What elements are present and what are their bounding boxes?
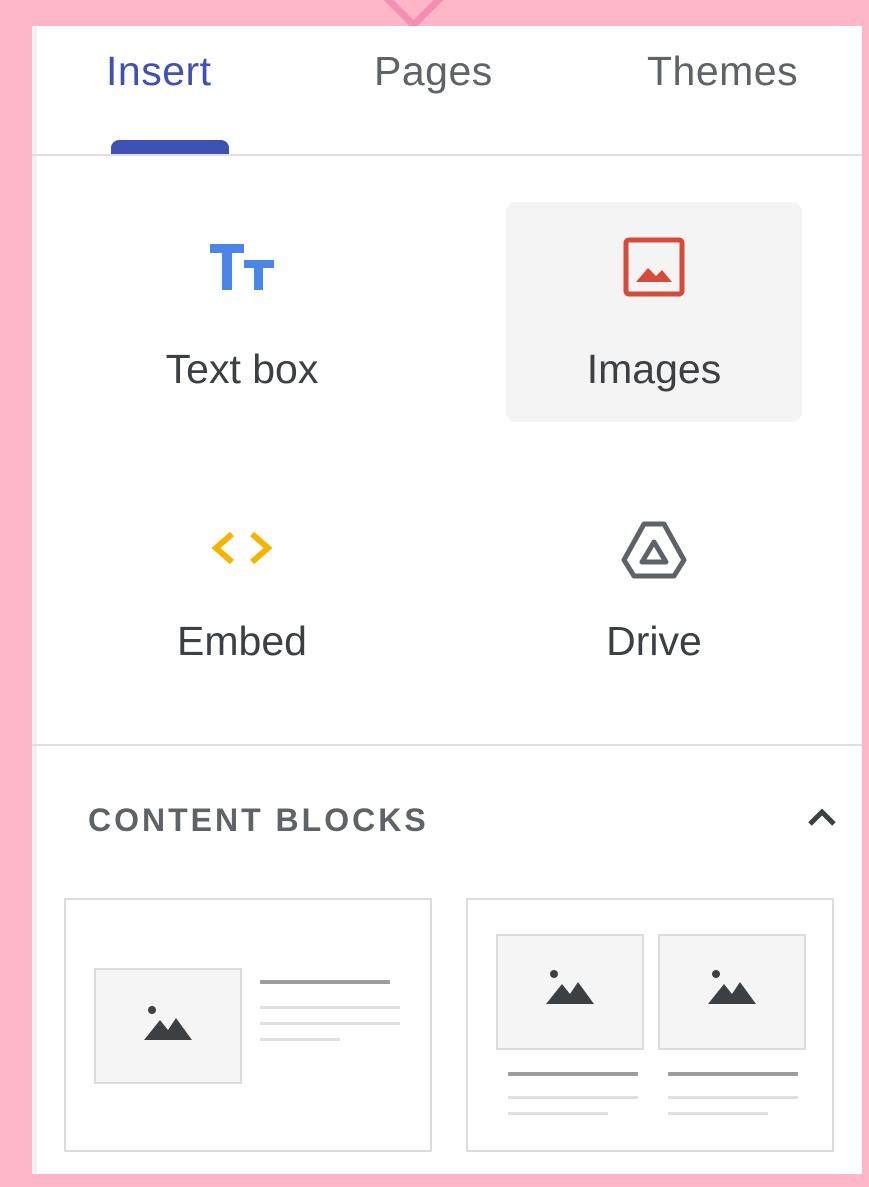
insert-text-box-button[interactable]: Text box [94,202,390,422]
section-divider [32,744,862,746]
caption-heading-line [508,1072,638,1076]
image-placeholder-icon [546,970,594,1004]
insert-embed-button[interactable]: Embed [94,478,390,698]
content-block-two-images[interactable] [466,898,834,1152]
content-blocks-title: CONTENT BLOCKS [88,802,429,838]
caption-text-line [508,1096,638,1099]
text-line [260,1006,400,1009]
content-block-image-text[interactable] [64,898,432,1152]
insert-images-button[interactable]: Images [506,202,802,422]
image-placeholder [658,934,806,1050]
image-placeholder-icon [144,1006,192,1040]
caption-text-line [668,1112,768,1115]
caption-text-line [508,1112,608,1115]
insert-drive-button[interactable]: Drive [506,478,802,698]
image-placeholder [496,934,644,1050]
text-line [260,1038,340,1041]
image-icon [623,237,685,297]
chevron-up-icon[interactable] [802,798,842,838]
active-tab-indicator [111,140,229,154]
image-placeholder [94,968,242,1084]
panel-edge [32,26,37,1174]
embed-label: Embed [177,618,307,664]
tab-pages[interactable]: Pages [374,48,493,95]
image-placeholder-icon [708,970,756,1004]
tab-themes[interactable]: Themes [647,48,798,95]
caption-heading-line [668,1072,798,1076]
text-box-label: Text box [165,346,319,392]
caption-text-line [668,1096,798,1099]
tab-insert[interactable]: Insert [106,48,212,95]
drive-label: Drive [606,618,702,664]
google-drive-icon [621,521,687,579]
embed-code-icon [211,531,273,565]
insert-panel: Insert Pages Themes Text box Images Embe… [32,26,862,1174]
heading-line [260,980,390,984]
text-line [260,1022,400,1025]
text-box-icon [210,244,274,290]
images-label: Images [586,346,722,392]
tab-bar: Insert Pages Themes [32,26,862,156]
